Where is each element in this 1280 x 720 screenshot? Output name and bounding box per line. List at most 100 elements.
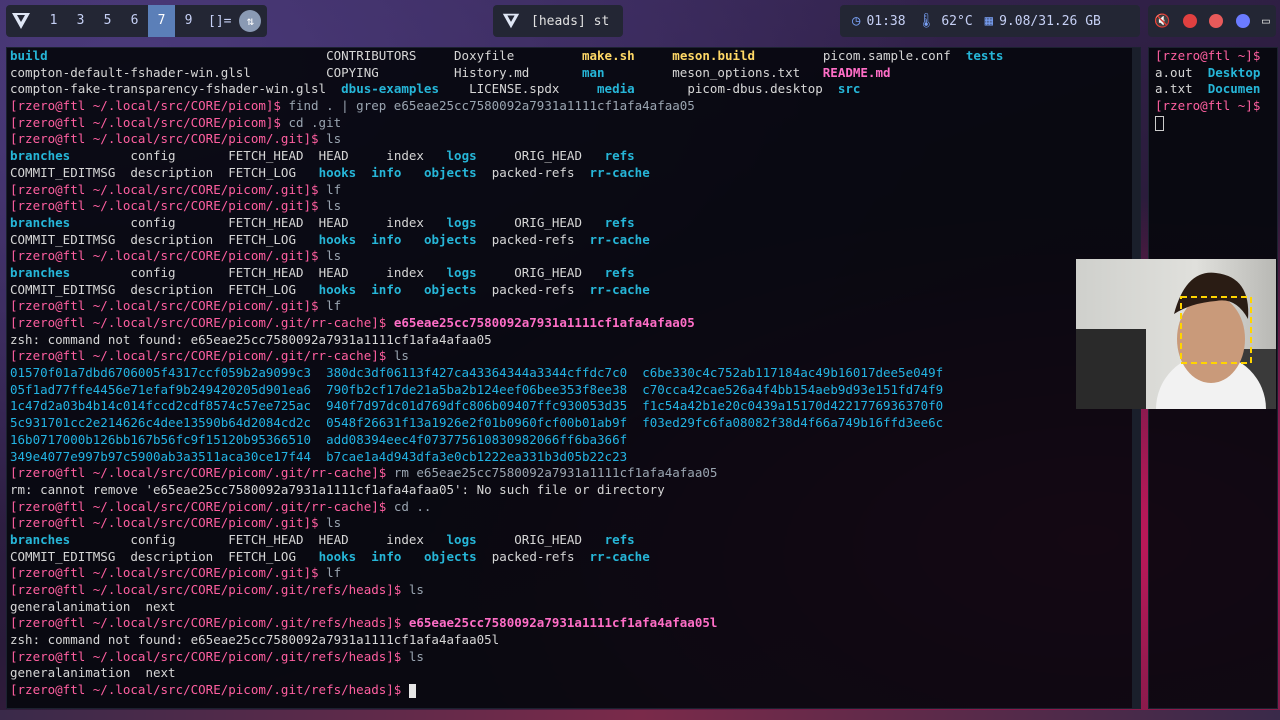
webcam-overlay — [1076, 259, 1276, 409]
terminal-text: packed-refs — [476, 548, 590, 564]
tray-app-icon[interactable] — [1209, 14, 1224, 28]
directory-entry: build — [10, 48, 48, 63]
terminal-line: [rzero@ftl ~/.local/src/CORE/picom/.git/… — [7, 649, 1140, 666]
directory-entry: Desktop — [1207, 64, 1261, 80]
terminal-line: build CONTRIBUTORS Doxyfile make.sh meso… — [7, 48, 1140, 65]
terminal-line: 16b0717000b126bb167b56fc9f15120b95366510… — [7, 432, 1140, 449]
terminal-line: [rzero@ftl ~]$ — [1149, 98, 1277, 115]
shell-prompt: [rzero@ftl ~/.local/src/CORE/picom/.git/… — [10, 315, 394, 330]
terminal-text: packed-refs — [476, 231, 590, 247]
workspace-9[interactable]: 9 — [175, 5, 202, 37]
workspace-5[interactable]: 5 — [94, 5, 121, 37]
workspace-3[interactable]: 3 — [67, 5, 94, 37]
file-entry: 05f1ad77ffe4456e71efaf9b249420205d901ea6 — [10, 381, 312, 397]
terminal-line: [rzero@ftl ~/.local/src/CORE/picom]$ cd … — [7, 115, 1140, 132]
terminal-output: build CONTRIBUTORS Doxyfile make.sh meso… — [7, 48, 1140, 699]
terminal-text: ORIG_HEAD — [476, 214, 605, 230]
main-terminal[interactable]: build CONTRIBUTORS Doxyfile make.sh meso… — [6, 47, 1141, 709]
directory-entry: hooks — [318, 231, 357, 247]
terminal-text: a.txt — [1155, 81, 1208, 97]
file-entry: add08394eec4f073775610830982066ff6ba366f — [326, 431, 628, 447]
layout-icon[interactable]: ⇅ — [239, 10, 262, 32]
shell-prompt: [rzero@ftl ~]$ — [1155, 48, 1261, 63]
terminal-text: e65eae25cc7580092a7931a1111cf1afa4afaa05… — [408, 615, 718, 631]
terminal-line: branches config FETCH_HEAD HEAD index lo… — [7, 532, 1140, 549]
directory-entry: logs — [446, 531, 477, 547]
file-entry: 1c47d2a03b4b14c014fccd2cdf8574c57ee725ac — [10, 398, 312, 414]
file-entry: f1c54a42b1e20c0439a15170d4221776936370f0 — [642, 398, 944, 414]
terminal-text: a.out — [1155, 64, 1208, 80]
directory-entry: src — [837, 81, 861, 97]
directory-entry: man — [581, 64, 605, 80]
shell-prompt: [rzero@ftl ~/.local/src/CORE/picom/.git]… — [10, 198, 327, 214]
shell-prompt: [rzero@ftl ~/.local/src/CORE/picom]$ — [10, 114, 289, 130]
file-entry: 349e4077e997b97c5900ab3a3511aca30ce17f44 — [10, 448, 312, 464]
clock-text: 01:38 — [866, 13, 906, 29]
terminal-text: COMMIT_EDITMSG description FETCH_LOG — [10, 231, 319, 247]
webcam-image — [1076, 259, 1276, 409]
tray-window-icon[interactable]: ▭ — [1262, 14, 1270, 29]
terminal-line: 5c931701cc2e214626c4dee13590b64d2084cd2c… — [7, 415, 1140, 432]
tray-app-icon[interactable] — [1182, 14, 1197, 28]
terminal-line: [rzero@ftl ~/.local/src/CORE/picom/.git/… — [7, 499, 1140, 516]
terminal-line: [rzero@ftl ~/.local/src/CORE/picom/.git/… — [7, 582, 1140, 599]
file-entry: 790fb2cf17de21a5ba2b124eef06bee353f8ee38 — [326, 381, 628, 397]
terminal-text: zsh: command not found: e65eae25cc758009… — [10, 632, 500, 648]
terminal-line: COMMIT_EDITMSG description FETCH_LOG hoo… — [7, 282, 1140, 299]
workspace-7[interactable]: 7 — [148, 5, 175, 37]
shell-prompt: [rzero@ftl ~/.local/src/CORE/picom]$ — [10, 98, 289, 114]
bottom-strip — [0, 710, 1280, 720]
window-logo-icon — [502, 13, 520, 29]
terminal-line: COMMIT_EDITMSG description FETCH_LOG hoo… — [7, 165, 1140, 182]
workspace-6[interactable]: 6 — [121, 5, 148, 37]
terminal-text: ls — [326, 248, 342, 264]
terminal-text: config FETCH_HEAD HEAD index — [70, 214, 447, 230]
terminal-line: [rzero@ftl ~/.local/src/CORE/picom/.git]… — [7, 565, 1140, 582]
cursor — [1155, 115, 1164, 131]
directory-entry: rr-cache — [589, 164, 650, 180]
terminal-text: generalanimation next — [10, 665, 176, 681]
terminal-text: lf — [326, 298, 342, 314]
terminal-line: branches config FETCH_HEAD HEAD index lo… — [7, 215, 1140, 232]
mute-icon[interactable]: 🔇 — [1154, 14, 1170, 29]
directory-entry: logs — [446, 148, 477, 164]
terminal-line: 349e4077e997b97c5900ab3a3511aca30ce17f44… — [7, 449, 1140, 466]
shell-prompt: [rzero@ftl ~/.local/src/CORE/picom/.git]… — [10, 298, 327, 314]
terminal-text: find . | grep e65eae25cc7580092a7931a111… — [288, 98, 695, 114]
directory-entry: info — [371, 548, 402, 564]
terminal-line: [rzero@ftl ~/.local/src/CORE/picom/.git/… — [7, 465, 1140, 482]
terminal-text: picom.sample.conf — [755, 48, 966, 63]
directory-entry: objects — [423, 281, 477, 297]
terminal-text: generalanimation next — [10, 598, 176, 614]
file-entry: 940f7d97dc01d769dfc806b09407ffc930053d35 — [326, 398, 628, 414]
terminal-text: make.sh — [581, 48, 635, 63]
terminal-text: zsh: command not found: e65eae25cc758009… — [10, 331, 492, 347]
shell-prompt: [rzero@ftl ~/.local/src/CORE/picom/.git/… — [10, 348, 394, 364]
terminal-text: packed-refs — [476, 164, 590, 180]
system-tray: 🔇 ▭ — [1148, 5, 1276, 37]
terminal-line: zsh: command not found: e65eae25cc758009… — [7, 632, 1140, 649]
terminal-text: meson_options.txt — [604, 64, 823, 80]
terminal-text: README.md — [822, 64, 891, 80]
terminal-text: compton-default-fshader-win.glsl COPYING… — [10, 64, 582, 80]
terminal-line: [rzero@ftl ~/.local/src/CORE/picom/.git]… — [7, 298, 1140, 315]
file-entry: 01570f01a7dbd6706005f4317ccf059b2a9099c3 — [10, 365, 312, 381]
workspace-1[interactable]: 1 — [40, 5, 67, 37]
shell-prompt: [rzero@ftl ~/.local/src/CORE/picom/.git/… — [10, 615, 409, 631]
terminal-line: [rzero@ftl ~/.local/src/CORE/picom/.git/… — [7, 615, 1140, 632]
layout-indicator[interactable]: []= — [208, 14, 231, 29]
terminal-text: packed-refs — [476, 281, 590, 297]
terminal-text: lf — [326, 565, 342, 581]
terminal-text: ls — [326, 131, 342, 147]
discord-icon[interactable] — [1235, 14, 1250, 28]
terminal-text: ls — [326, 198, 342, 214]
terminal-line: rm: cannot remove 'e65eae25cc7580092a793… — [7, 482, 1140, 499]
terminal-text: COMMIT_EDITMSG description FETCH_LOG — [10, 548, 319, 564]
